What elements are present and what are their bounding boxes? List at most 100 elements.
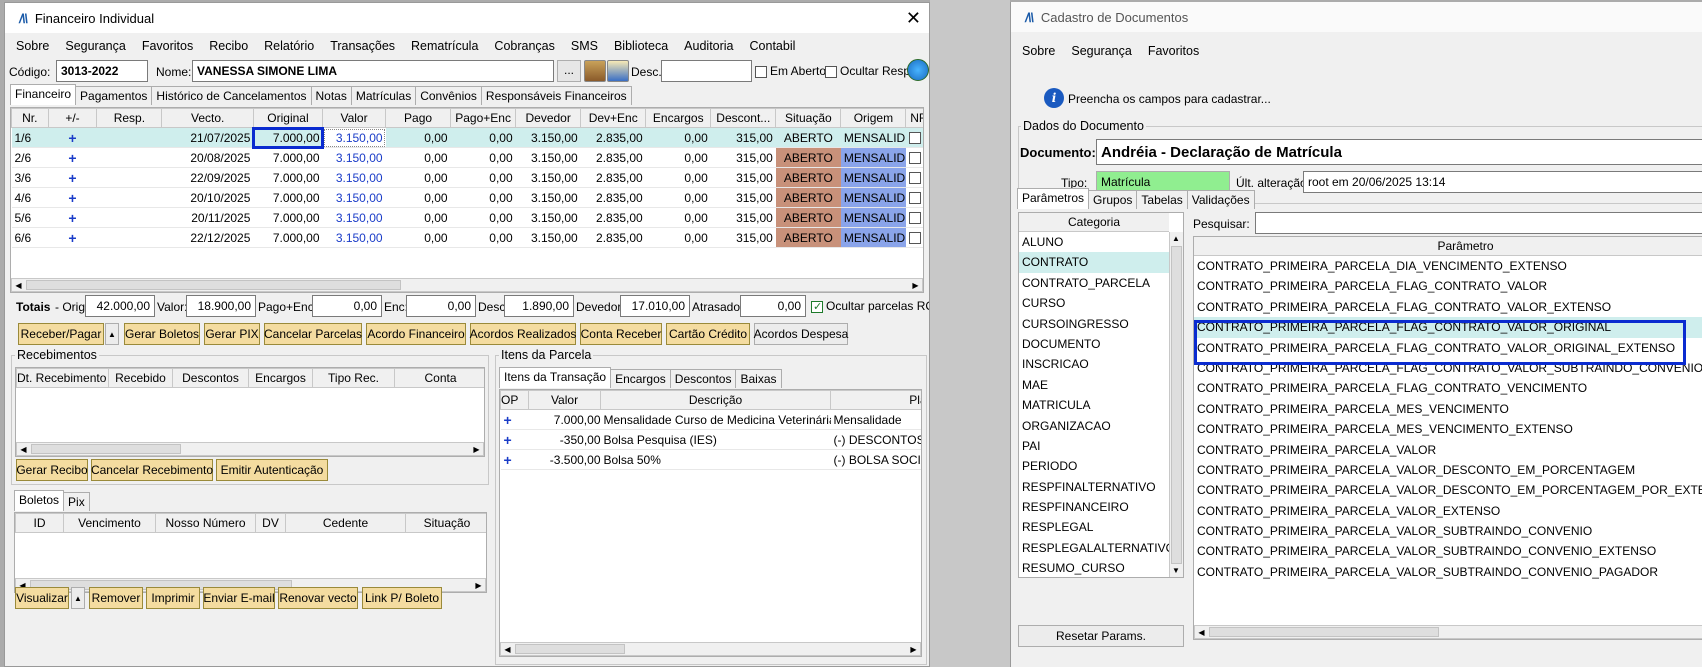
scroll-right-icon[interactable]: ▶ <box>472 579 485 591</box>
emitir-autenticacao-button[interactable]: Emitir Autenticação <box>216 459 328 481</box>
cell-valor[interactable]: 3.150,00 <box>322 207 386 228</box>
menu-favoritos[interactable]: Favoritos <box>1140 44 1207 58</box>
table-row[interactable]: + 7.000,00 Mensalidade Curso de Medicina… <box>500 409 921 430</box>
col-desconto[interactable]: Descont... <box>710 108 777 128</box>
list-item[interactable]: CONTRATO_PRIMEIRA_PARCELA_VALOR <box>1194 440 1702 460</box>
scroll-left-icon[interactable]: ◀ <box>501 643 514 655</box>
scroll-left-icon[interactable]: ◀ <box>1195 626 1208 638</box>
scroll-thumb[interactable] <box>26 280 401 290</box>
col-op[interactable]: OP <box>500 390 529 410</box>
list-item[interactable]: CONTRATO <box>1019 252 1169 273</box>
nf-check-icon[interactable] <box>908 172 921 185</box>
list-item[interactable]: CONTRATO_PRIMEIRA_PARCELA_VALOR_EXTENSO <box>1194 501 1702 521</box>
col-descontos[interactable]: Descontos <box>172 368 249 388</box>
col-nosso-numero[interactable]: Nosso Número <box>155 513 256 533</box>
itens-grid[interactable]: OP Valor Descrição Plano + 7.000,00 Mens… <box>499 389 922 657</box>
enviar-email-button[interactable]: Enviar E-mail <box>203 587 275 609</box>
menu-relatorio[interactable]: Relatório <box>256 39 322 53</box>
documento-input[interactable] <box>1096 139 1702 165</box>
tab-pagamentos[interactable]: Pagamentos <box>75 86 153 105</box>
col-recebido[interactable]: Recebido <box>108 368 173 388</box>
list-item[interactable]: CONTRATO_PRIMEIRA_PARCELA_VALOR_DESCONTO… <box>1194 480 1702 500</box>
cell-valor[interactable]: 3.150,00 <box>322 147 386 168</box>
cell-nf[interactable] <box>905 127 923 148</box>
col-resp[interactable]: Resp. <box>96 108 163 128</box>
menu-cobrancas[interactable]: Cobranças <box>486 39 562 53</box>
table-row[interactable]: + -3.500,00 Bolsa 50% (-) BOLSA SOCIAL <box>500 449 921 470</box>
scroll-thumb[interactable] <box>31 444 181 454</box>
parametro-hscrollbar[interactable]: ◀ <box>1194 625 1702 639</box>
menu-seguranca[interactable]: Segurança <box>57 39 133 53</box>
tab-boletos[interactable]: Boletos <box>14 490 65 511</box>
visualizar-dropdown-button[interactable]: ▲ <box>71 587 85 609</box>
receber-pagar-button[interactable]: Receber/Pagar <box>18 323 104 345</box>
col-valor[interactable]: Valor <box>528 390 601 410</box>
acordos-realizados-button[interactable]: Acordos Realizados <box>470 323 576 345</box>
expand-plus-icon[interactable]: + <box>48 147 97 168</box>
gerar-recibo-button[interactable]: Gerar Recibo <box>16 459 88 481</box>
col-situacao[interactable]: Situação <box>405 513 486 533</box>
op-plus-icon[interactable]: + <box>500 409 529 430</box>
col-pago-enc[interactable]: Pago+Enc <box>450 108 517 128</box>
scroll-thumb[interactable] <box>515 644 625 654</box>
renovar-vecto-button[interactable]: Renovar vecto <box>278 587 358 609</box>
cell-nf[interactable] <box>905 207 923 228</box>
cell-nf[interactable] <box>905 167 923 188</box>
list-item[interactable]: CONTRATO_PARCELA <box>1019 273 1183 293</box>
cell-nf[interactable] <box>905 147 923 168</box>
gerar-boletos-button[interactable]: Gerar Boletos <box>124 323 200 345</box>
parcelas-hscrollbar[interactable]: ◀ ▶ <box>11 278 923 292</box>
gerar-pix-button[interactable]: Gerar PIX <box>204 323 260 345</box>
list-item[interactable]: DOCUMENTO <box>1019 334 1183 354</box>
scroll-thumb[interactable] <box>1171 246 1182 564</box>
codigo-input[interactable] <box>56 60 148 82</box>
cancelar-recebimento-button[interactable]: Cancelar Recebimento <box>91 459 213 481</box>
col-devedor[interactable]: Devedor <box>515 108 582 128</box>
scroll-left-icon[interactable]: ◀ <box>17 443 30 455</box>
col-tipo-rec[interactable]: Tipo Rec. <box>312 368 395 388</box>
link-boleto-button[interactable]: Link P/ Boleto <box>362 587 442 609</box>
op-plus-icon[interactable]: + <box>500 429 529 450</box>
remover-button[interactable]: Remover <box>89 587 143 609</box>
col-id[interactable]: ID <box>15 513 64 533</box>
table-row[interactable]: 6/6 + 22/12/2025 7.000,00 3.150,00 0,00 … <box>11 227 923 248</box>
nf-check-icon[interactable] <box>908 212 921 225</box>
cell-nf[interactable] <box>905 227 923 248</box>
categoria-list[interactable]: Categoria ALUNO CONTRATO CONTRATO_PARCEL… <box>1018 212 1184 578</box>
expand-plus-icon[interactable]: + <box>48 167 97 188</box>
col-dev-enc[interactable]: Dev+Enc <box>580 108 647 128</box>
acordo-financeiro-button[interactable]: Acordo Financeiro <box>366 323 466 345</box>
list-item[interactable]: PAI <box>1019 436 1183 456</box>
list-item[interactable]: CONTRATO_PRIMEIRA_PARCELA_FLAG_CONTRATO_… <box>1194 276 1702 296</box>
menu-auditoria[interactable]: Auditoria <box>676 39 741 53</box>
tab-descontos[interactable]: Descontos <box>669 369 737 388</box>
col-encargos[interactable]: Encargos <box>248 368 313 388</box>
table-row[interactable]: 5/6 + 20/11/2025 7.000,00 3.150,00 0,00 … <box>11 207 923 228</box>
em-aberto-checkbox[interactable]: Em Aberto <box>755 64 826 78</box>
tab-pix[interactable]: Pix <box>63 492 90 511</box>
expand-plus-icon[interactable]: + <box>48 227 97 248</box>
col-valor[interactable]: Valor <box>322 108 387 128</box>
list-item[interactable]: CONTRATO_PRIMEIRA_PARCELA_MES_VENCIMENTO <box>1194 399 1702 419</box>
parametro-list[interactable]: Parâmetro CONTRATO_PRIMEIRA_PARCELA_DIA_… <box>1193 236 1702 640</box>
tab-validacoes[interactable]: Validações <box>1186 190 1255 209</box>
table-row[interactable]: 1/6 + 21/07/2025 7.000,00 3.150,00 0,00 … <box>11 126 923 149</box>
tab-matriculas[interactable]: Matrículas <box>350 86 417 105</box>
scroll-thumb[interactable] <box>1209 627 1439 637</box>
refresh-icon[interactable] <box>907 59 929 81</box>
cell-valor[interactable]: 3.150,00 <box>322 187 386 208</box>
menu-recibo[interactable]: Recibo <box>201 39 256 53</box>
col-plano[interactable]: Plano <box>830 390 921 410</box>
list-item[interactable]: MAE <box>1019 375 1183 395</box>
expand-plus-icon[interactable]: + <box>48 187 97 208</box>
list-item[interactable]: ALUNO <box>1019 232 1183 252</box>
cartao-credito-button[interactable]: Cartão Crédito <box>666 323 750 345</box>
list-item[interactable]: RESPFINALTERNATIVO <box>1019 477 1183 497</box>
imprimir-button[interactable]: Imprimir <box>146 587 200 609</box>
resetar-params-button[interactable]: Resetar Params. <box>1018 625 1184 647</box>
itens-hscrollbar[interactable]: ◀ ▶ <box>500 642 921 656</box>
categoria-vscrollbar[interactable]: ▲ ▼ <box>1169 232 1183 577</box>
nf-check-icon[interactable] <box>908 152 921 165</box>
col-descricao[interactable]: Descrição <box>600 390 831 410</box>
tab-parametros[interactable]: Parâmetros <box>1017 188 1090 209</box>
